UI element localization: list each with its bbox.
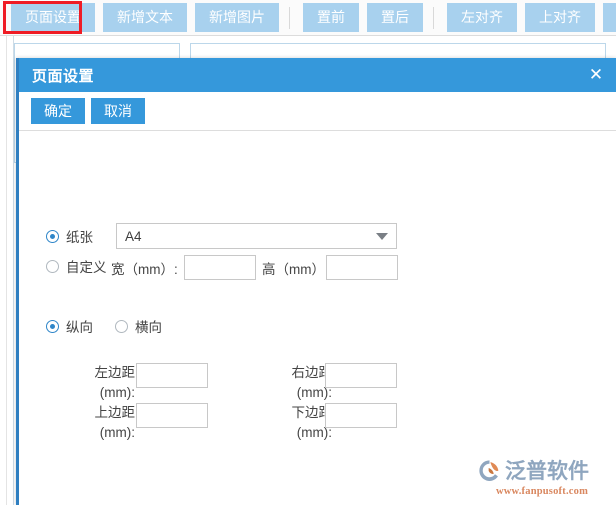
toolbar: 页面设置 新增文本 新增图片 置前 置后 左对齐 上对齐 水平居中 适 — [0, 0, 616, 36]
chevron-down-icon — [376, 232, 388, 240]
watermark-logo: 泛普软件 www.fanpusoft.com — [476, 455, 608, 497]
paper-radio[interactable] — [46, 229, 59, 243]
margin-bottom-label: 下边距 (mm): — [291, 405, 333, 440]
logo-name: 泛普软件 — [505, 459, 589, 483]
custom-radio[interactable] — [46, 259, 59, 273]
custom-width-label: 宽（mm）: — [111, 262, 178, 277]
cancel-button[interactable]: 取消 — [91, 98, 145, 124]
landscape-radio[interactable] — [115, 319, 128, 333]
page-setup-dialog: 页面设置 ✕ 确定 取消 纸张 A4 自定义 宽（mm）: 高（mm）: 纵向 — [16, 58, 616, 505]
toolbar-button-add-image[interactable]: 新增图片 — [195, 3, 279, 32]
paper-size-select[interactable]: A4 — [116, 223, 397, 249]
custom-height-label: 高（mm）: — [262, 262, 329, 277]
orientation-row: 纵向 横向 — [46, 316, 162, 336]
fanpu-logo-icon — [479, 459, 499, 481]
background-vertical-line-outer — [6, 36, 7, 505]
paper-radio-label: 纸张 — [66, 230, 93, 245]
toolbar-button-center-horizontal[interactable]: 水平居中 — [603, 3, 616, 32]
custom-height-input[interactable] — [326, 255, 398, 280]
margin-left-input[interactable] — [136, 363, 208, 388]
close-icon[interactable]: ✕ — [576, 58, 616, 92]
margin-top-label: 上边距 (mm): — [94, 405, 136, 440]
margin-right-input[interactable] — [325, 363, 397, 388]
margin-top-input[interactable] — [136, 403, 208, 428]
confirm-button[interactable]: 确定 — [31, 98, 85, 124]
paper-option-row: 纸张 — [46, 226, 93, 246]
toolbar-button-page-setup[interactable]: 页面设置 — [11, 3, 95, 32]
paper-size-select-value: A4 — [125, 228, 142, 244]
logo-url: www.fanpusoft.com — [495, 486, 589, 497]
portrait-label: 纵向 — [66, 320, 93, 335]
dialog-body: 纸张 A4 自定义 宽（mm）: 高（mm）: 纵向 横向 左边距 (mm): 右… — [19, 131, 616, 505]
custom-width-input[interactable] — [184, 255, 256, 280]
portrait-radio[interactable] — [46, 319, 59, 333]
custom-option-row: 自定义 — [46, 256, 107, 276]
dialog-action-bar: 确定 取消 — [19, 92, 616, 131]
toolbar-button-bring-front[interactable]: 置前 — [303, 3, 359, 32]
landscape-label: 横向 — [135, 320, 162, 335]
dialog-header: 页面设置 ✕ — [19, 58, 616, 92]
toolbar-button-align-top[interactable]: 上对齐 — [525, 3, 595, 32]
toolbar-separator-1 — [289, 6, 290, 29]
dialog-title: 页面设置 — [32, 67, 95, 85]
toolbar-button-add-text[interactable]: 新增文本 — [103, 3, 187, 32]
margin-left-label: 左边距 (mm): — [94, 365, 136, 400]
custom-radio-label: 自定义 — [66, 260, 107, 275]
logo-row: 泛普软件 — [476, 455, 608, 485]
toolbar-button-align-left[interactable]: 左对齐 — [447, 3, 517, 32]
margin-bottom-input[interactable] — [325, 403, 397, 428]
toolbar-button-send-back[interactable]: 置后 — [367, 3, 423, 32]
toolbar-separator-2 — [433, 6, 434, 29]
margin-right-label: 右边距 (mm): — [291, 365, 333, 400]
